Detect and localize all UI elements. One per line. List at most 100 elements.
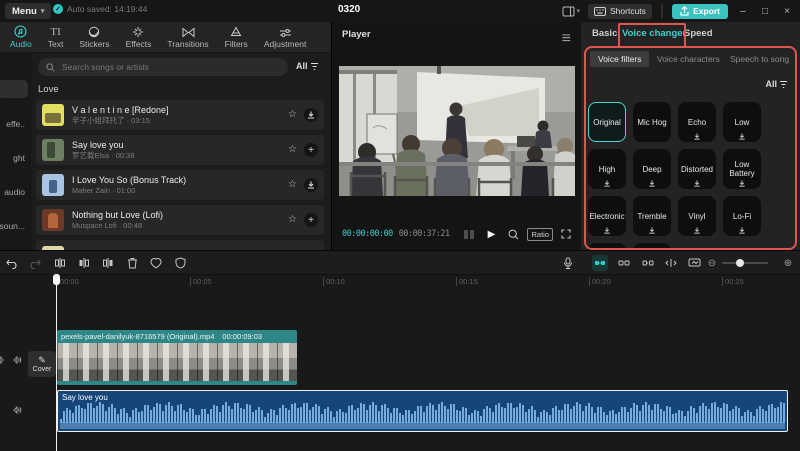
sidebar-item-audio[interactable]: audio (1, 183, 28, 201)
classroom-scene (339, 66, 575, 196)
subtab-voice-filters[interactable]: Voice filters (590, 51, 649, 67)
favorite-icon[interactable]: ☆ (288, 180, 297, 190)
tab-voice-changer[interactable]: Voice changer (622, 28, 686, 39)
sidebar-item-selected[interactable] (0, 80, 28, 98)
timeline-zoom-slider[interactable] (722, 262, 768, 264)
preview-axis-icon[interactable] (663, 255, 679, 271)
redo-button[interactable] (26, 255, 42, 271)
ruler-label: 00:05 (190, 277, 212, 286)
menu-button[interactable]: Menu ▾ (5, 3, 51, 19)
effects-icon (132, 25, 144, 38)
timeline: ⊖ ⊕ 00:00 00:05 00:10 00:15 00:20 00:25 … (0, 250, 800, 451)
voice-filter-low-battery[interactable]: Low Battery (723, 149, 761, 189)
voice-filter-distorted[interactable]: Distorted (678, 149, 716, 189)
download-button[interactable] (304, 108, 318, 122)
favorite-icon[interactable]: ☆ (288, 145, 297, 155)
download-icon (649, 227, 656, 234)
album-cover (42, 139, 64, 161)
audio-clip[interactable]: Say love you (57, 390, 788, 432)
song-row[interactable]: V a l e n t i n e [Redone] 辛子小姐拜托了 · 03:… (36, 100, 324, 130)
sidebar-item-copyright[interactable]: ght (10, 149, 28, 167)
voice-filter-all[interactable]: All (765, 79, 788, 89)
playhead[interactable] (56, 274, 57, 451)
fullscreen-icon[interactable] (561, 229, 571, 239)
split-button[interactable] (52, 255, 68, 271)
shortcuts-button[interactable]: Shortcuts (588, 4, 652, 19)
library-filter[interactable]: All (296, 61, 319, 71)
zoom-in-button[interactable]: ⊕ (780, 255, 796, 271)
mirror-button[interactable] (148, 255, 164, 271)
ruler-label: 00:25 (722, 277, 744, 286)
song-row[interactable]: Wedding Day ☆ (36, 240, 324, 250)
voice-filter-vinyl[interactable]: Vinyl (678, 196, 716, 236)
voiceover-mic-icon[interactable] (560, 255, 576, 271)
voice-filter-electronic[interactable]: Electronic (588, 196, 626, 236)
tab-transitions[interactable]: Transitions (159, 25, 216, 49)
favorite-icon[interactable]: ☆ (288, 215, 297, 225)
magnetic-snap-icon[interactable] (592, 255, 608, 271)
tab-speed[interactable]: Speed (684, 28, 713, 39)
search-input[interactable] (60, 61, 264, 73)
tab-adjustment[interactable]: Adjustment (256, 25, 315, 49)
mute-video-track-icon[interactable] (12, 355, 23, 365)
tab-text[interactable]: TI Text (40, 25, 72, 49)
voice-filter-tile[interactable] (588, 243, 626, 250)
voice-filter-tile[interactable] (633, 243, 671, 250)
search-bar[interactable] (38, 58, 288, 76)
total-timecode: 00:00:37:21 (399, 229, 450, 239)
pause-icon[interactable] (464, 230, 474, 239)
link-clips-icon[interactable] (616, 255, 632, 271)
voice-filter-low[interactable]: Low (723, 102, 761, 142)
add-to-track-button[interactable]: + (304, 143, 318, 157)
song-row[interactable]: Say love you 罗艺载Elsa · 00:38 ☆ + (36, 135, 324, 165)
mute-audio-track-icon[interactable] (12, 405, 23, 415)
tab-stickers[interactable]: Stickers (71, 25, 117, 49)
download-button[interactable] (304, 178, 318, 192)
timeline-ruler[interactable]: 00:00 00:05 00:10 00:15 00:20 00:25 (0, 274, 800, 290)
minimize-button[interactable]: – (736, 6, 750, 17)
voice-filter-lofi[interactable]: Lo-Fi (723, 196, 761, 236)
ratio-button[interactable]: Ratio (527, 228, 553, 241)
zoom-slider-knob[interactable] (736, 259, 744, 267)
cover-button[interactable]: ✎ Cover (28, 351, 56, 377)
undo-button[interactable] (4, 255, 20, 271)
tab-filters[interactable]: Filters (217, 25, 256, 49)
ruler-label: 00:20 (589, 277, 611, 286)
sidebar-item-sound[interactable]: soun... (0, 217, 28, 235)
subtab-voice-characters[interactable]: Voice characters (657, 54, 720, 64)
preview-zoom-icon[interactable] (508, 229, 519, 240)
mask-button[interactable] (172, 255, 188, 271)
player-options-icon[interactable]: ≡ (562, 30, 571, 48)
layout-switch-icon[interactable]: ▾ (562, 6, 581, 17)
unlink-clips-icon[interactable] (640, 255, 656, 271)
song-row[interactable]: I Love You So (Bonus Track) Maher Zain ·… (36, 170, 324, 200)
upload-icon (680, 6, 689, 16)
song-row[interactable]: Nothing but Love (Lofi) Muspace Lofi · 0… (36, 205, 324, 235)
adjust-display-icon[interactable] (686, 255, 702, 271)
video-clip-name: pexels-pavel-danilyuk-8716579 (Original)… (61, 332, 214, 341)
favorite-icon[interactable]: ☆ (288, 110, 297, 120)
voice-filter-original[interactable]: Original (588, 102, 626, 142)
voice-filter-mic-hog[interactable]: Mic Hog (633, 102, 671, 142)
maximize-button[interactable]: □ (758, 6, 772, 17)
voice-filter-tremble[interactable]: Tremble (633, 196, 671, 236)
video-clip[interactable]: pexels-pavel-danilyuk-8716579 (Original)… (57, 330, 297, 385)
voice-filter-high[interactable]: High (588, 149, 626, 189)
voice-filter-deep[interactable]: Deep (633, 149, 671, 189)
tab-effects[interactable]: Effects (118, 25, 160, 49)
close-button[interactable]: × (780, 6, 794, 17)
zoom-out-button[interactable]: ⊖ (704, 255, 720, 271)
hide-track-icon[interactable] (0, 355, 7, 365)
play-button[interactable]: ▶ (488, 229, 496, 240)
transitions-icon (182, 25, 195, 38)
delete-button[interactable] (124, 255, 140, 271)
sidebar-item-effects[interactable]: effe.. (3, 115, 28, 133)
add-to-track-button[interactable]: + (304, 213, 318, 227)
tab-basic[interactable]: Basic (592, 28, 617, 39)
subtab-speech-to-song[interactable]: Speech to song (730, 54, 789, 64)
delete-left-button[interactable] (76, 255, 92, 271)
export-button[interactable]: Export (672, 4, 728, 19)
tab-audio[interactable]: Audio (2, 25, 40, 49)
voice-filter-echo[interactable]: Echo (678, 102, 716, 142)
delete-right-button[interactable] (100, 255, 116, 271)
